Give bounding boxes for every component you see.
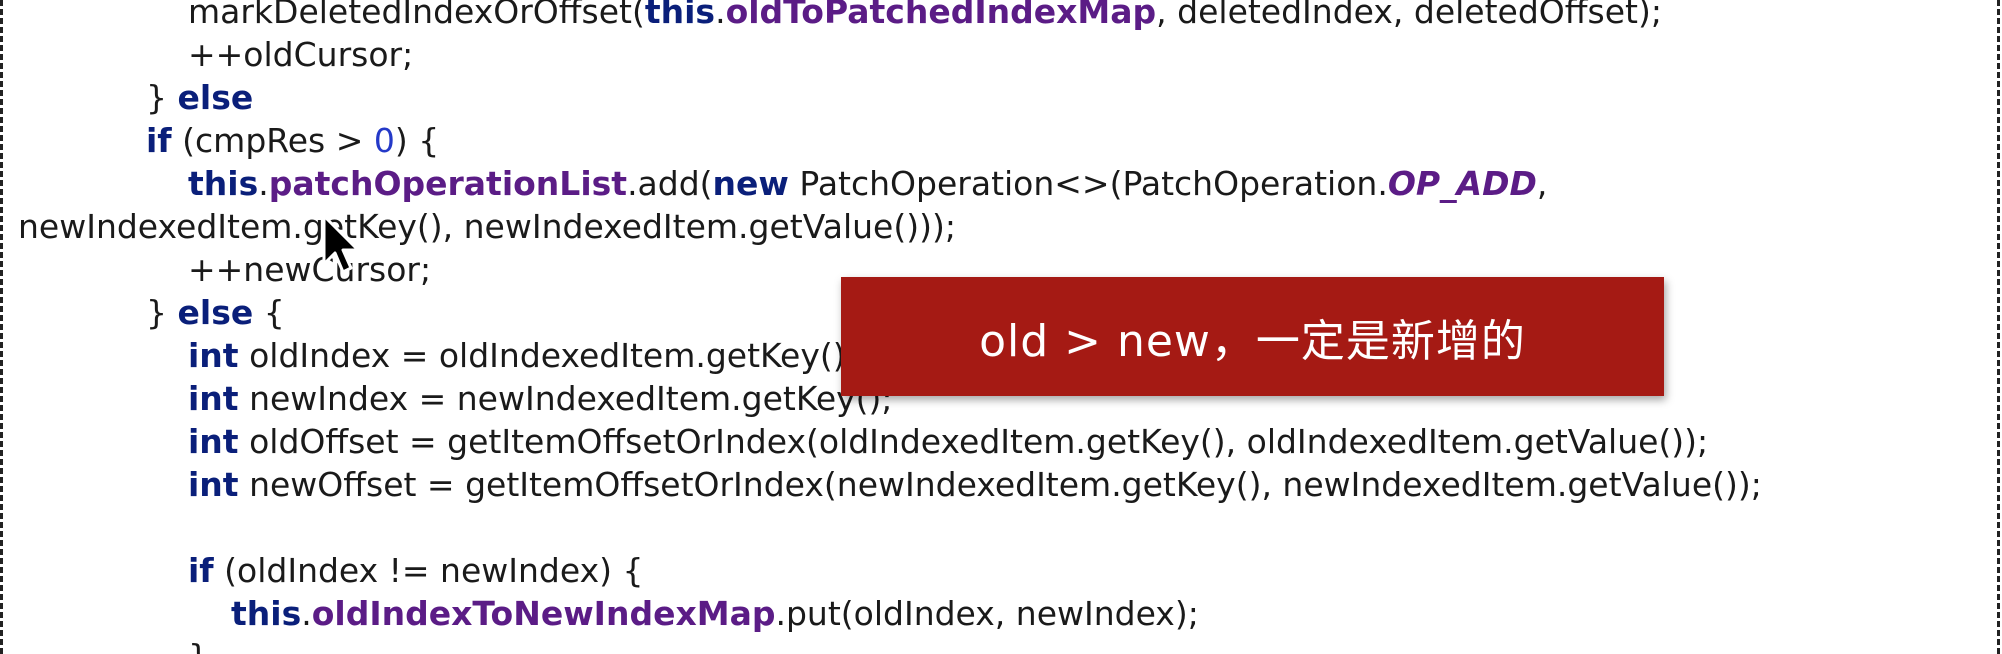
- dashed-border-right: [1997, 0, 2000, 654]
- slide-page: markDeletedIndexOrOffset(this.oldToPatch…: [0, 0, 2002, 654]
- number-literal: 0: [373, 121, 395, 160]
- dashed-border-left: [0, 0, 3, 654]
- code-text: }: [146, 293, 178, 332]
- code-text: newIndex = newIndexedItem.getKey();: [238, 379, 893, 418]
- code-text: ++newCursor;: [188, 250, 432, 289]
- keyword-int: int: [188, 336, 239, 375]
- code-text: ++oldCursor;: [188, 35, 414, 74]
- code-text: (oldIndex != newIndex) {: [213, 551, 644, 590]
- code-line: } else {: [146, 291, 285, 334]
- keyword-this: this: [188, 164, 259, 203]
- code-line: } else: [146, 76, 253, 119]
- keyword-int: int: [188, 465, 239, 504]
- code-text: .: [715, 0, 726, 31]
- keyword-else: else: [177, 78, 254, 117]
- code-text: oldOffset = getItemOffsetOrIndex(oldInde…: [238, 422, 1709, 461]
- code-line: if (oldIndex != newIndex) {: [188, 549, 643, 592]
- code-text: markDeletedIndexOrOffset(: [188, 0, 645, 31]
- code-line: this.patchOperationList.add(new PatchOpe…: [188, 162, 1547, 205]
- code-line: ++newCursor;: [188, 248, 431, 291]
- code-text: .: [301, 594, 312, 633]
- code-text: .: [258, 164, 269, 203]
- keyword-new: new: [712, 164, 789, 203]
- code-text: .put(oldIndex, newIndex);: [775, 594, 1199, 633]
- code-text: ) {: [394, 121, 440, 160]
- annotation-text: old > new，一定是新增的: [979, 315, 1526, 367]
- code-text: }: [188, 637, 209, 654]
- field-name: oldToPatchedIndexMap: [725, 0, 1157, 31]
- keyword-if: if: [188, 551, 214, 590]
- annotation-banner: old > new，一定是新增的: [841, 277, 1664, 396]
- code-text: .add(: [627, 164, 713, 203]
- code-text: oldIndex = oldIndexedItem.getKey();: [238, 336, 857, 375]
- keyword-else: else: [177, 293, 254, 332]
- code-text: newOffset = getItemOffsetOrIndex(newInde…: [238, 465, 1762, 504]
- keyword-int: int: [188, 379, 239, 418]
- code-text: {: [253, 293, 285, 332]
- mouse-pointer-icon: [322, 214, 360, 274]
- code-line: ++oldCursor;: [188, 33, 413, 76]
- code-line: int oldIndex = oldIndexedItem.getKey();: [188, 334, 857, 377]
- keyword-this: this: [231, 594, 302, 633]
- code-text: (cmpRes >: [171, 121, 374, 160]
- code-line: int oldOffset = getItemOffsetOrIndex(old…: [188, 420, 1708, 463]
- keyword-int: int: [188, 422, 239, 461]
- code-line: markDeletedIndexOrOffset(this.oldToPatch…: [188, 0, 1662, 33]
- code-text: ,: [1536, 164, 1548, 203]
- field-name: patchOperationList: [268, 164, 628, 203]
- keyword-if: if: [146, 121, 172, 160]
- code-line: int newOffset = getItemOffsetOrIndex(new…: [188, 463, 1762, 506]
- keyword-this: this: [644, 0, 716, 31]
- code-text: newIndexedItem.getKey(), newIndexedItem.…: [18, 207, 956, 246]
- constant-name: OP_ADD: [1387, 164, 1537, 203]
- field-name: oldIndexToNewIndexMap: [311, 594, 776, 633]
- code-text: }: [146, 78, 178, 117]
- code-text: , deletedIndex, deletedOffset);: [1156, 0, 1662, 31]
- code-text: PatchOperation<>(PatchOperation.: [788, 164, 1388, 203]
- code-line: if (cmpRes > 0) {: [146, 119, 439, 162]
- code-line: int newIndex = newIndexedItem.getKey();: [188, 377, 893, 420]
- code-line: newIndexedItem.getKey(), newIndexedItem.…: [18, 205, 956, 248]
- code-line: }: [188, 635, 209, 654]
- code-line: this.oldIndexToNewIndexMap.put(oldIndex,…: [231, 592, 1199, 635]
